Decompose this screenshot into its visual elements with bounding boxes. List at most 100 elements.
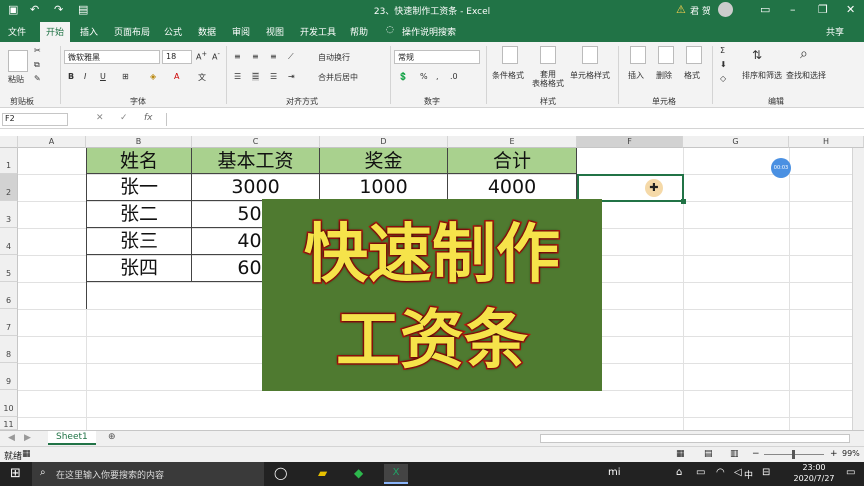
tab-home[interactable]: 开始 xyxy=(40,22,71,42)
indent-icon[interactable]: ⇥ xyxy=(288,72,295,81)
tray-volume-icon[interactable]: ◁ xyxy=(734,467,742,478)
font-size-select[interactable]: 18 xyxy=(162,50,192,64)
autosum-icon[interactable]: Σ xyxy=(720,46,725,55)
file-explorer-icon[interactable]: ▰ xyxy=(318,466,327,480)
row-header[interactable]: 4 xyxy=(0,228,18,255)
currency-icon[interactable]: 💲 xyxy=(398,72,408,81)
row-header[interactable]: 8 xyxy=(0,336,18,363)
enter-icon[interactable]: ✓ xyxy=(120,113,128,123)
paste-button[interactable]: 粘贴 xyxy=(8,74,24,85)
column-header[interactable]: C xyxy=(192,136,320,148)
tray-network-icon[interactable]: ⌂ xyxy=(676,467,682,478)
font-name-select[interactable]: 微软雅黑 xyxy=(64,50,160,64)
avatar[interactable] xyxy=(718,2,733,17)
macro-record-icon[interactable]: ▦ xyxy=(22,449,31,459)
decimal-icon[interactable]: .0 xyxy=(450,72,458,81)
row-header[interactable]: 9 xyxy=(0,363,18,390)
fill-icon[interactable]: ⬇ xyxy=(720,60,727,69)
percent-icon[interactable]: % xyxy=(420,72,428,81)
clock-time[interactable]: 23:00 xyxy=(792,463,836,472)
table-format-icon[interactable] xyxy=(540,46,556,64)
ribbon-display-icon[interactable]: ▭ xyxy=(760,3,770,16)
align-center-icon[interactable]: ☰ xyxy=(252,72,260,81)
tab-page-layout[interactable]: 页面布局 xyxy=(114,25,150,38)
maximize-icon[interactable]: ❐ xyxy=(818,3,828,16)
row-header[interactable]: 2 xyxy=(0,174,18,201)
format-painter-icon[interactable]: ✎ xyxy=(34,74,41,83)
minimize-icon[interactable]: – xyxy=(790,3,796,16)
fill-color-icon[interactable]: ◈ xyxy=(150,72,156,81)
row-header[interactable]: 3 xyxy=(0,201,18,228)
italic-icon[interactable]: I xyxy=(84,72,86,81)
font-shrink-icon[interactable]: A- xyxy=(212,50,220,62)
name-box[interactable]: F2 xyxy=(2,113,68,126)
next-sheet-icon[interactable]: ▶ xyxy=(24,433,31,443)
excel-taskbar-icon[interactable]: X xyxy=(384,464,408,484)
ime-indicator[interactable]: 中 xyxy=(744,468,753,481)
font-grow-icon[interactable]: A+ xyxy=(196,50,207,62)
notification-icon[interactable]: ▭ xyxy=(846,467,855,478)
tab-help[interactable]: 帮助 xyxy=(350,25,368,38)
table-header-cell[interactable]: 基本工资 xyxy=(192,148,320,174)
align-bottom-icon[interactable]: ≡ xyxy=(270,52,277,61)
table-cell[interactable]: 张三 xyxy=(87,228,192,255)
clear-icon[interactable]: ◇ xyxy=(720,74,726,83)
selected-cell-F2[interactable]: ✚ xyxy=(577,174,686,204)
clock-date[interactable]: 2020/7/27 xyxy=(786,474,842,483)
tray-battery-icon[interactable]: ▭ xyxy=(696,467,705,478)
tab-file[interactable]: 文件 xyxy=(8,25,26,38)
tab-developer[interactable]: 开发工具 xyxy=(300,25,336,38)
column-header[interactable]: H xyxy=(789,136,864,148)
row-header[interactable]: 5 xyxy=(0,255,18,282)
phonetic-icon[interactable]: 文 xyxy=(198,72,206,83)
vertical-scrollbar[interactable] xyxy=(852,148,864,430)
column-header[interactable]: G xyxy=(683,136,789,148)
sort-filter-icon[interactable]: ⇅ xyxy=(752,48,762,62)
row-header[interactable]: 6 xyxy=(0,282,18,309)
tray-mi-icon[interactable]: mi xyxy=(608,467,621,478)
table-format-button[interactable]: 套用 表格格式 xyxy=(530,70,566,88)
insert-function-icon[interactable]: fx xyxy=(144,113,153,123)
zoom-in-icon[interactable]: + xyxy=(830,449,838,459)
table-cell[interactable]: 4000 xyxy=(448,174,577,201)
tab-view[interactable]: 视图 xyxy=(266,25,284,38)
normal-view-icon[interactable]: ▦ xyxy=(676,449,685,459)
page-layout-view-icon[interactable]: ▤ xyxy=(704,449,713,459)
app-icon[interactable]: ◆ xyxy=(354,466,363,480)
zoom-level[interactable]: 99% xyxy=(842,449,860,458)
cell-styles-button[interactable]: 单元格样式 xyxy=(570,70,610,81)
bold-icon[interactable]: B xyxy=(68,72,74,81)
cancel-icon[interactable]: ✕ xyxy=(96,113,104,123)
table-cell[interactable]: 3000 xyxy=(192,174,320,201)
table-cell[interactable]: 张四 xyxy=(87,255,192,282)
conditional-format-icon[interactable] xyxy=(502,46,518,64)
format-cells-button[interactable]: 格式 xyxy=(684,70,700,81)
comma-icon[interactable]: , xyxy=(436,72,439,81)
sort-filter-button[interactable]: 排序和筛选 xyxy=(742,70,782,81)
find-select-icon[interactable]: ⌕ xyxy=(800,46,808,62)
row-header[interactable]: 10 xyxy=(0,390,18,417)
align-right-icon[interactable]: ☰ xyxy=(270,72,277,81)
row-header[interactable]: 7 xyxy=(0,309,18,336)
column-header[interactable]: B xyxy=(86,136,192,148)
share-button[interactable]: 共享 xyxy=(826,25,844,38)
close-icon[interactable]: ✕ xyxy=(846,3,855,16)
insert-cells-button[interactable]: 插入 xyxy=(628,70,644,81)
fill-handle[interactable] xyxy=(681,199,686,204)
table-cell[interactable]: 1000 xyxy=(320,174,448,201)
wrap-text-button[interactable]: 自动换行 xyxy=(318,52,350,63)
page-break-view-icon[interactable]: ▥ xyxy=(730,449,739,459)
column-header[interactable]: E xyxy=(448,136,577,148)
tray-wifi-icon[interactable]: ◠ xyxy=(716,467,725,478)
zoom-slider-thumb[interactable] xyxy=(792,450,795,459)
tab-data[interactable]: 数据 xyxy=(198,25,216,38)
underline-icon[interactable]: U xyxy=(100,72,106,81)
row-header[interactable]: 11 xyxy=(0,417,18,430)
table-cell[interactable]: 张一 xyxy=(87,174,192,201)
font-color-icon[interactable]: A xyxy=(174,72,179,81)
formula-input[interactable] xyxy=(166,113,854,126)
align-top-icon[interactable]: ≡ xyxy=(234,52,241,61)
select-all-corner[interactable] xyxy=(0,136,18,148)
column-header[interactable]: F xyxy=(577,136,683,148)
paste-icon[interactable] xyxy=(8,50,28,72)
